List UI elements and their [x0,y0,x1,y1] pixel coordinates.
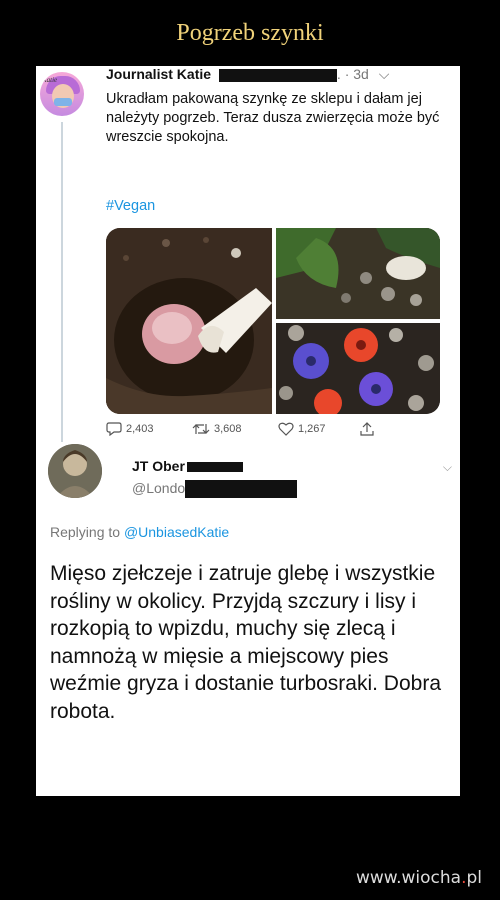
share-button[interactable] [360,422,374,436]
page-title: Pogrzeb szynki [176,20,324,46]
tweet1-header: Journalist Katie . · 3d ⌵ [106,66,389,83]
avatar-tag: Katie [42,76,58,84]
retweet-button[interactable]: 3,608 [192,422,242,436]
reply-button[interactable]: 2,403 [106,422,154,436]
photo-ham-burial[interactable] [106,228,272,414]
photo-flowers[interactable] [276,323,440,414]
redacted-handle [218,68,337,82]
watermark-suffix: pl [466,868,482,888]
avatar-jt[interactable] [48,444,102,498]
replying-to: Replying to @UnbiasedKatie [50,524,229,540]
tweet1-hashtag[interactable]: #Vegan [106,198,155,214]
share-icon [360,422,374,436]
tweet2-handle-row: @Londo [132,480,298,499]
reply-count: 2,403 [126,423,154,435]
watermark-prefix: www.wiocha [355,868,462,888]
replying-mention[interactable]: @UnbiasedKatie [124,524,229,540]
chevron-down-icon[interactable]: ⌵ [379,66,390,82]
tweet1-text: Ukradłam pakowaną szynkę ze sklepu i dał… [106,91,440,145]
avatar-katie[interactable]: Katie [40,72,84,116]
retweet-count: 3,608 [214,423,242,435]
tweet1-photos[interactable] [106,228,440,414]
retweet-icon [192,424,210,434]
tweet2-author[interactable]: JT Ober [132,458,243,474]
tweet2-text: Mięso zjełczeje i zatruje glebę i wszyst… [50,562,442,723]
reply-icon [106,422,122,436]
like-count: 1,267 [298,423,326,435]
watermark: www.wiocha.pl [356,868,482,888]
tweet1-author-name[interactable]: Journalist Katie [106,66,211,82]
chevron-down-icon[interactable]: ⌵ [443,460,452,475]
tweet2-handle: @Londo [132,480,186,496]
tweet1-time: . · 3d [336,66,369,82]
tweet-card: Katie Journalist Katie . · 3d ⌵ Ukradłam… [36,66,460,796]
thread-line [61,122,63,442]
redacted-handle-2 [185,480,298,499]
replying-prefix: Replying to [50,524,121,540]
heart-icon [278,422,294,436]
photo-grave-stones[interactable] [276,228,440,319]
redacted-name [186,462,243,473]
like-button[interactable]: 1,267 [278,422,326,436]
tweet2-author-name: JT Ober [132,458,185,474]
